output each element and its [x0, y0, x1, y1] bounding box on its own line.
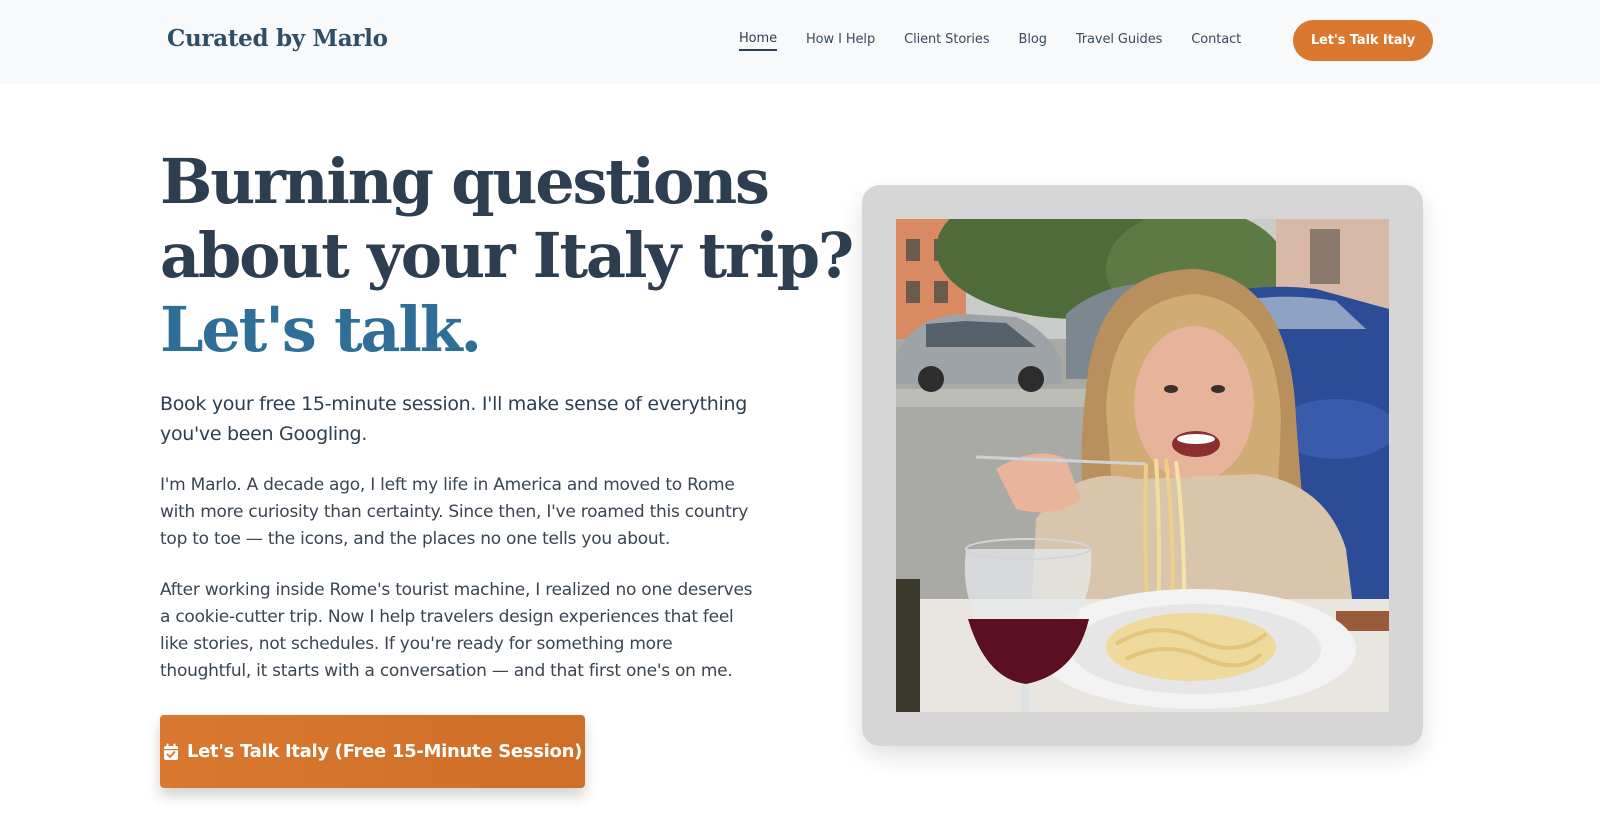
photo-card: [862, 185, 1423, 746]
site-header: Curated by Marlo Home How I Help Client …: [0, 0, 1600, 84]
calendar-check-icon: [163, 743, 178, 760]
header-cta-button[interactable]: Let's Talk Italy: [1293, 20, 1433, 61]
nav-item-contact[interactable]: Contact: [1191, 32, 1241, 50]
book-session-button[interactable]: Let's Talk Italy (Free 15-Minute Session…: [160, 715, 585, 788]
hero-title-accent: Let's talk.: [160, 293, 482, 366]
woman-eating-spaghetti-photo: [896, 219, 1389, 712]
hero-paragraph-story: After working inside Rome's tourist mach…: [160, 580, 753, 681]
hero-title-line-2: about your Italy trip?: [160, 219, 854, 292]
hero-paragraph-intro: I'm Marlo. A decade ago, I left my life …: [160, 475, 749, 549]
nav-item-how-i-help[interactable]: How I Help: [806, 32, 875, 50]
main-nav: Home How I Help Client Stories Blog Trav…: [739, 31, 1241, 51]
hero-title-line-1: Burning questions: [160, 145, 770, 218]
nav-item-home[interactable]: Home: [739, 31, 777, 51]
nav-item-travel-guides[interactable]: Travel Guides: [1076, 32, 1163, 50]
nav-item-client-stories[interactable]: Client Stories: [904, 32, 990, 50]
nav-item-blog[interactable]: Blog: [1019, 32, 1047, 50]
hero-subtitle: Book your free 15-minute session. I'll m…: [160, 393, 747, 445]
brand-logo[interactable]: Curated by Marlo: [167, 25, 388, 52]
hero-title: Burning questions about your Italy trip?…: [160, 145, 854, 367]
book-session-button-label: Let's Talk Italy (Free 15-Minute Session…: [186, 741, 583, 762]
